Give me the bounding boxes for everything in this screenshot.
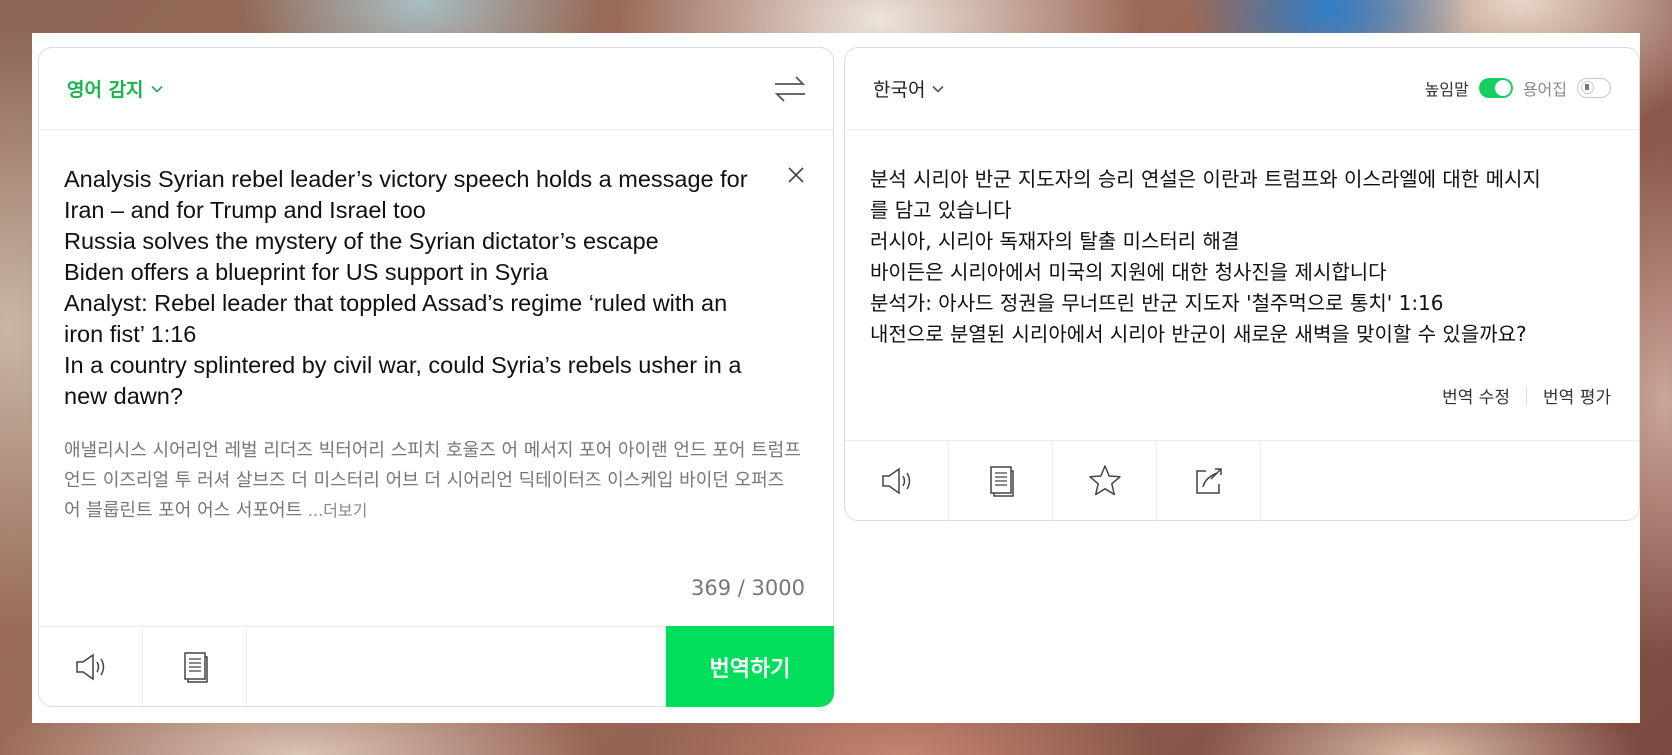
star-icon [1088,465,1121,496]
option-toggles: 높임말 용어집 [1425,76,1611,100]
honorific-label: 높임말 [1424,80,1469,99]
more-link[interactable]: ...더보기 [308,501,367,520]
rate-translation-link[interactable]: 번역 평가 [1543,383,1611,408]
target-header: 한국어 높임말 용어집 [845,48,1639,130]
close-icon[interactable] [785,164,807,186]
translate-button[interactable]: 번역하기 [666,626,834,707]
source-header: 영어 감지 [39,48,833,130]
translated-text: 분석 시리아 반군 지도자의 승리 연설은 이란과 트럼프와 이스라엘에 대한 … [870,167,1541,346]
source-language-label: 영어 감지 [67,79,144,101]
source-text-input[interactable]: Analysis Syrian rebel leader’s victory s… [64,164,754,412]
copy-icon [989,466,1014,497]
target-toolbar [845,440,1639,521]
listen-source-button[interactable] [39,627,143,707]
share-icon [1195,468,1222,494]
glossary-toggle[interactable] [1577,78,1611,98]
char-counter: 369 / 3000 [691,576,805,600]
chevron-down-icon [150,85,163,93]
honorific-toggle[interactable] [1478,78,1513,98]
bookmark-icon [1581,81,1594,94]
favorite-button[interactable] [1053,441,1157,521]
edit-translation-link[interactable]: 번역 수정 [1442,383,1510,408]
swap-icon[interactable] [771,70,809,108]
source-card: 영어 감지 Analysis Syrian rebel leader’s vic… [38,47,834,707]
pronunciation-text: 애낼리시스 시어리언 레벌 리더즈 빅터어리 스피치 호울즈 어 메서지 포어 … [64,436,804,526]
source-language-select[interactable]: 영어 감지 [67,75,164,102]
target-language-label: 한국어 [873,79,926,101]
target-card: 한국어 높임말 용어집 분석 시리아 반군 지도자의 승리 연설은 이란과 트럼… [844,47,1640,521]
share-button[interactable] [1157,441,1261,521]
pronunciation-content: 애낼리시스 시어리언 레벌 리더즈 빅터어리 스피치 호울즈 어 메서지 포어 … [64,440,801,521]
translation-actions: 번역 수정 번역 평가 [1442,383,1611,408]
listen-target-button[interactable] [845,441,949,521]
target-language-select[interactable]: 한국어 [873,75,945,102]
glossary-label: 용어집 [1522,80,1567,99]
chevron-down-icon [932,85,945,93]
copy-source-button[interactable] [143,627,247,707]
copy-target-button[interactable] [949,441,1053,521]
divider [1526,386,1528,405]
copy-icon [183,652,208,683]
speaker-icon [75,653,104,681]
speaker-icon [881,467,910,495]
